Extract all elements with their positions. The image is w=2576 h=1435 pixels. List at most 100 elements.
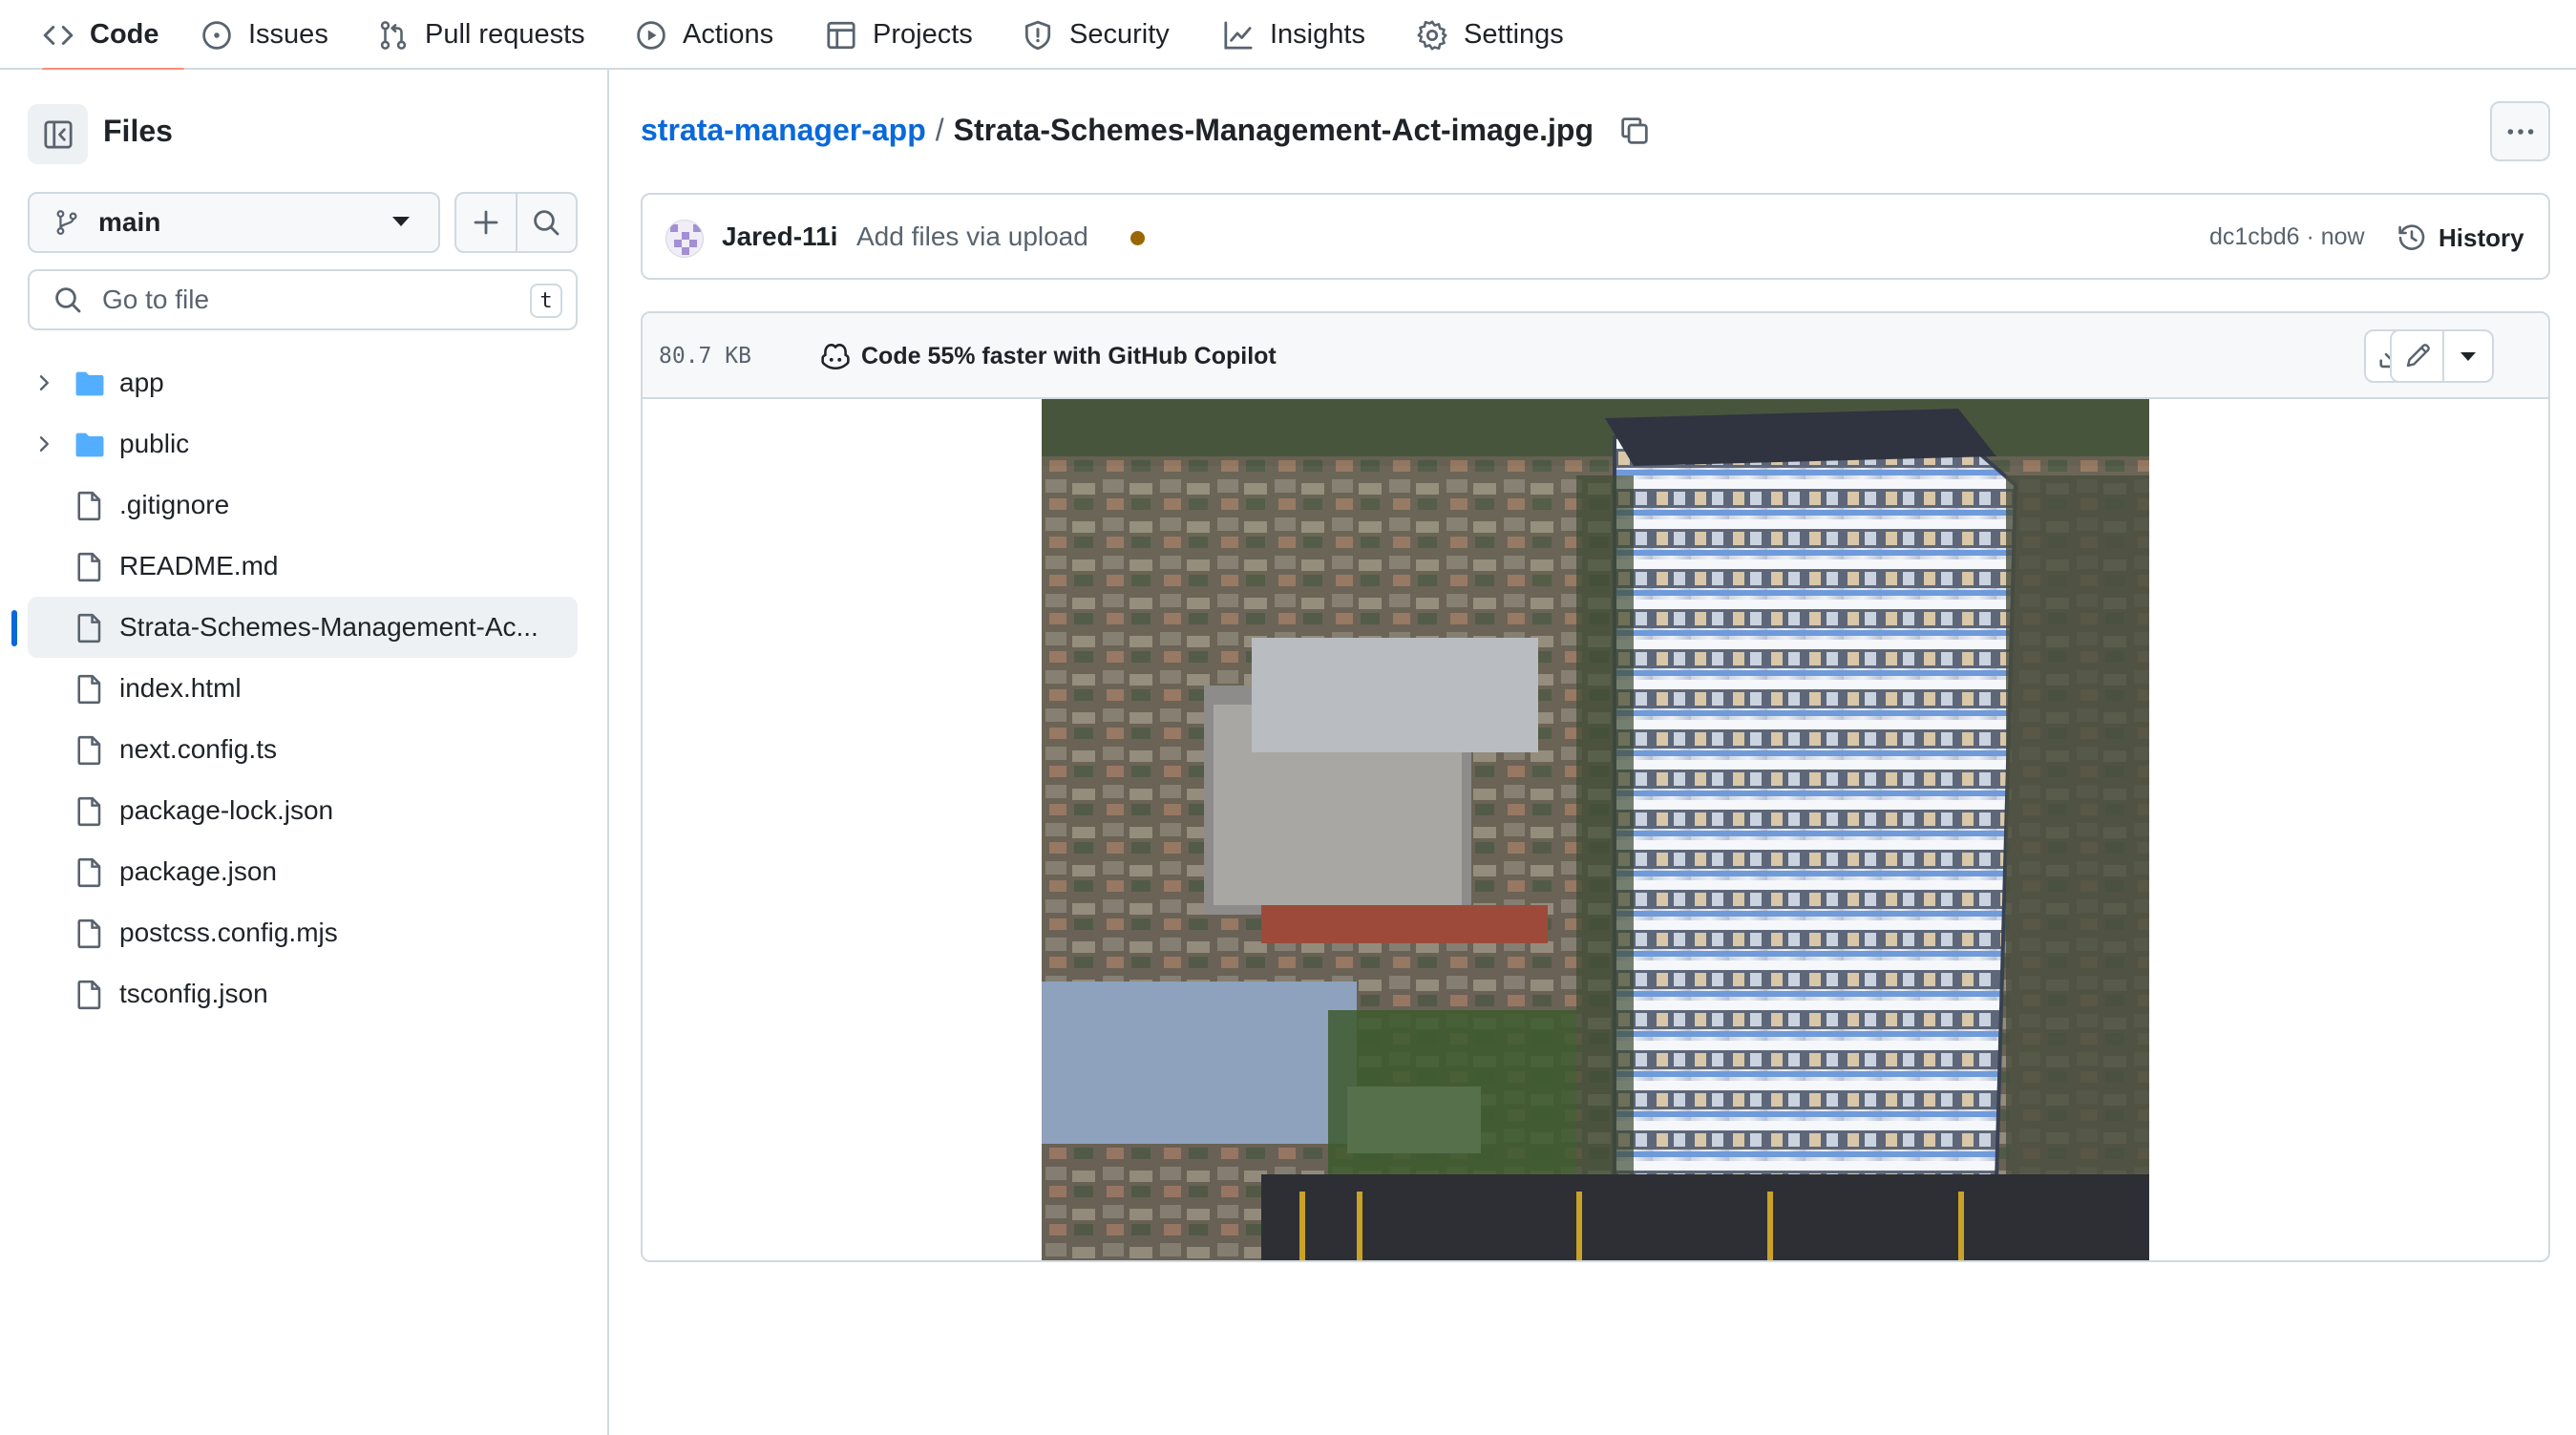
chevron-down-icon <box>392 217 410 226</box>
tree-item-package-lock[interactable]: package-lock.json <box>0 780 607 841</box>
tree-item-strata-image[interactable]: Strata-Schemes-Management-Ac... <box>0 597 607 658</box>
add-file-button[interactable] <box>456 194 516 251</box>
folder-icon <box>75 433 104 457</box>
file-size: 80.7 KB <box>659 344 751 369</box>
file-icon <box>77 613 101 644</box>
edit-file-split-button <box>2390 329 2494 383</box>
tab-label: Pull requests <box>425 19 585 50</box>
copy-path-icon[interactable] <box>1618 115 1651 147</box>
tree-item-label: postcss.config.mjs <box>119 918 338 947</box>
tree-item-gitignore[interactable]: .gitignore <box>0 475 607 536</box>
plus-icon <box>474 210 498 235</box>
more-options-button[interactable] <box>2490 101 2550 161</box>
sidebar-title: Files <box>103 114 173 148</box>
file-icon <box>77 918 101 949</box>
chevron-right-icon[interactable] <box>32 433 55 455</box>
tree-item-label: package.json <box>119 856 278 886</box>
collapse-sidebar-button[interactable] <box>28 104 88 164</box>
breadcrumb: strata-manager-app / Strata-Schemes-Mana… <box>641 113 1651 148</box>
search-icon <box>534 210 560 236</box>
branch-selector[interactable]: main <box>28 192 440 253</box>
go-to-file-input[interactable] <box>102 285 513 315</box>
folder-icon <box>75 371 104 396</box>
tree-item-label: index.html <box>119 673 242 703</box>
tree-item-label: app <box>119 368 164 397</box>
selected-indicator <box>11 610 17 646</box>
tab-pull-requests[interactable]: Pull requests <box>364 0 599 70</box>
file-icon <box>77 735 101 766</box>
file-icon <box>77 980 101 1010</box>
file-tree: app public .gitignore README.md Strata-S… <box>0 352 607 1024</box>
breadcrumb-separator: / <box>935 113 944 147</box>
branch-icon <box>56 210 77 235</box>
tab-actions[interactable]: Actions <box>622 0 787 70</box>
tree-item-next-config[interactable]: next.config.ts <box>0 719 607 780</box>
search-icon <box>55 287 81 313</box>
kebab-horizontal-icon <box>2507 128 2533 135</box>
file-icon <box>77 674 101 705</box>
sidebar-collapse-icon <box>43 119 73 149</box>
history-label: History <box>2439 222 2524 252</box>
commit-sha-time[interactable]: dc1cbd6 · now <box>2209 223 2365 251</box>
shield-icon <box>1022 19 1054 52</box>
tab-label: Code <box>90 19 159 50</box>
tree-actions <box>454 192 578 253</box>
search-code-button[interactable] <box>515 194 577 251</box>
tab-settings[interactable]: Settings <box>1403 0 1577 70</box>
pencil-icon <box>2406 344 2430 368</box>
edit-options-dropdown[interactable] <box>2444 331 2492 381</box>
tab-code[interactable]: Code <box>29 0 183 72</box>
repo-nav: Code Issues Pull requests Actions Projec… <box>0 0 2576 72</box>
gear-icon <box>1416 19 1448 52</box>
tree-item-readme[interactable]: README.md <box>0 536 607 597</box>
chevron-right-icon[interactable] <box>32 371 55 394</box>
graph-icon <box>1222 19 1255 52</box>
issue-icon <box>201 19 233 52</box>
file-header: 80.7 KB Code 55% faster with GitHub Copi… <box>643 313 2548 399</box>
commit-status-dot[interactable] <box>1130 231 1145 245</box>
branch-name: main <box>98 207 161 237</box>
pull-request-icon <box>377 19 410 52</box>
copilot-promo-link[interactable]: Code 55% faster with GitHub Copilot <box>819 340 1277 372</box>
tab-label: Security <box>1069 19 1170 50</box>
keyboard-shortcut-hint: t <box>530 284 562 318</box>
tab-projects[interactable]: Projects <box>812 0 986 70</box>
go-to-file-field[interactable]: t <box>28 269 578 330</box>
file-icon <box>77 796 101 827</box>
avatar[interactable] <box>665 220 704 258</box>
tab-label: Projects <box>873 19 973 50</box>
tree-item-label: README.md <box>119 551 279 580</box>
history-button[interactable]: History <box>2397 216 2524 260</box>
tree-item-app[interactable]: app <box>0 352 607 413</box>
tree-item-label: Strata-Schemes-Management-Ac... <box>119 612 538 642</box>
file-icon <box>77 491 101 521</box>
breadcrumb-repo-link[interactable]: strata-manager-app <box>641 113 926 148</box>
tree-item-label: next.config.ts <box>119 734 277 764</box>
tab-insights[interactable]: Insights <box>1209 0 1379 70</box>
tab-label: Settings <box>1464 19 1564 50</box>
tree-item-public[interactable]: public <box>0 413 607 475</box>
tree-item-tsconfig[interactable]: tsconfig.json <box>0 963 607 1024</box>
building-photo-image <box>1042 399 2149 1260</box>
latest-commit-bar: Jared-11i Add files via upload dc1cbd6 ·… <box>641 193 2550 280</box>
chevron-down-icon <box>2460 351 2476 361</box>
copilot-promo-text: Code 55% faster with GitHub Copilot <box>861 342 1277 369</box>
edit-file-button[interactable] <box>2392 331 2444 381</box>
copilot-icon <box>821 344 850 370</box>
tree-item-label: package-lock.json <box>119 795 334 825</box>
tab-label: Insights <box>1270 19 1365 50</box>
play-icon <box>635 19 667 52</box>
table-icon <box>825 19 857 52</box>
commit-message[interactable]: Add files via upload <box>856 222 1088 252</box>
file-icon <box>77 857 101 888</box>
tree-item-label: tsconfig.json <box>119 979 268 1008</box>
tree-item-index-html[interactable]: index.html <box>0 658 607 719</box>
tab-security[interactable]: Security <box>1008 0 1183 70</box>
tree-item-package-json[interactable]: package.json <box>0 841 607 902</box>
tab-issues[interactable]: Issues <box>187 0 342 70</box>
tree-item-postcss-config[interactable]: postcss.config.mjs <box>0 902 607 963</box>
tab-label: Actions <box>683 19 774 50</box>
commit-author[interactable]: Jared-11i <box>722 222 837 252</box>
file-tree-sidebar: Files main t app public .gitignore <box>0 70 609 1435</box>
history-icon <box>2398 224 2425 250</box>
